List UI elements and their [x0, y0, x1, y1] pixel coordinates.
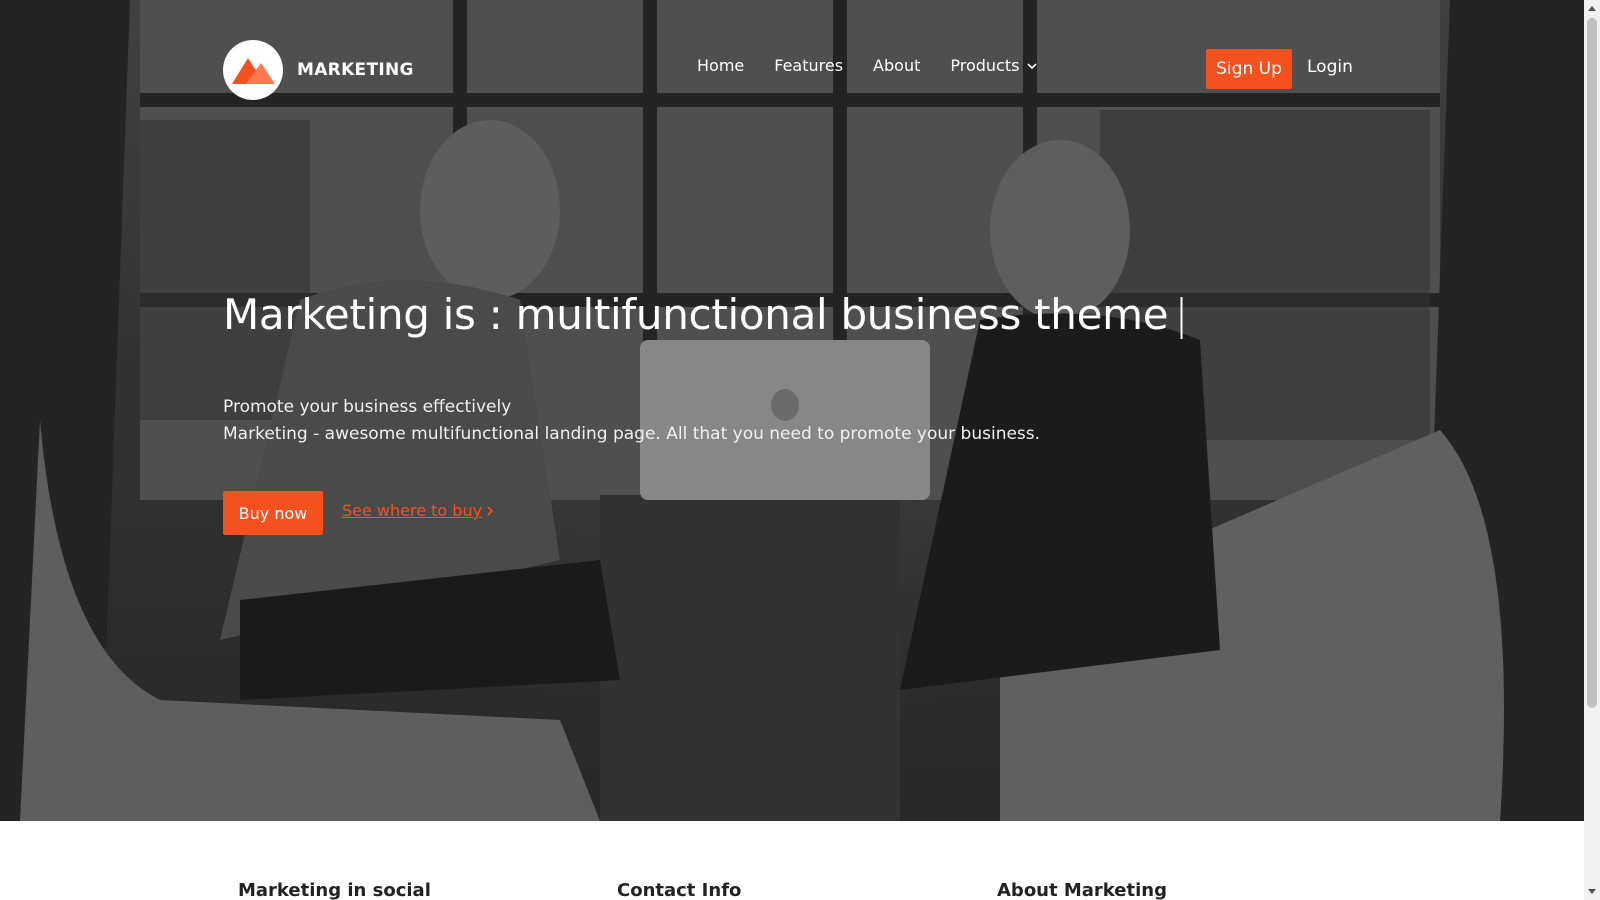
see-where-to-buy-label: See where to buy [342, 501, 483, 520]
nav-features[interactable]: Features [774, 56, 843, 75]
nav-products-label: Products [950, 56, 1020, 75]
hero-headline: Marketing is : multifunctional business … [223, 290, 1188, 339]
sign-up-button[interactable]: Sign Up [1206, 49, 1292, 89]
brand-logo[interactable]: MARKETING [223, 40, 414, 100]
scroll-down-arrow-icon[interactable] [1584, 884, 1600, 900]
hero-headline-text: Marketing is : multifunctional business … [223, 290, 1169, 339]
nav-about[interactable]: About [873, 56, 920, 75]
footer-about-title: About Marketing [997, 880, 1167, 900]
brand-name: MARKETING [297, 60, 414, 80]
footer-social-title: Marketing in social [238, 880, 431, 900]
chevron-down-icon [1027, 62, 1038, 69]
login-link[interactable]: Login [1307, 57, 1353, 77]
scrollbar-thumb[interactable] [1587, 18, 1597, 708]
buy-now-button[interactable]: Buy now [223, 491, 323, 535]
hero-subtitle: Promote your business effectively Market… [223, 394, 1040, 448]
page-scrollbar[interactable] [1584, 0, 1600, 900]
nav-products[interactable]: Products [950, 56, 1038, 75]
hero-subtitle-line1: Promote your business effectively [223, 397, 512, 417]
nav-home[interactable]: Home [697, 56, 744, 75]
see-where-to-buy-link[interactable]: See where to buy [342, 501, 494, 520]
scroll-up-arrow-icon[interactable] [1584, 0, 1600, 16]
chevron-right-icon [487, 505, 494, 516]
typing-cursor: | [1174, 290, 1189, 339]
hero-subtitle-line2: Marketing - awesome multifunctional land… [223, 424, 1041, 444]
top-navigation: MARKETING Home Features About Products S… [0, 0, 1584, 140]
main-menu: Home Features About Products [697, 56, 1067, 75]
footer-contact-title: Contact Info [617, 880, 742, 900]
mountain-logo-icon [223, 40, 283, 100]
